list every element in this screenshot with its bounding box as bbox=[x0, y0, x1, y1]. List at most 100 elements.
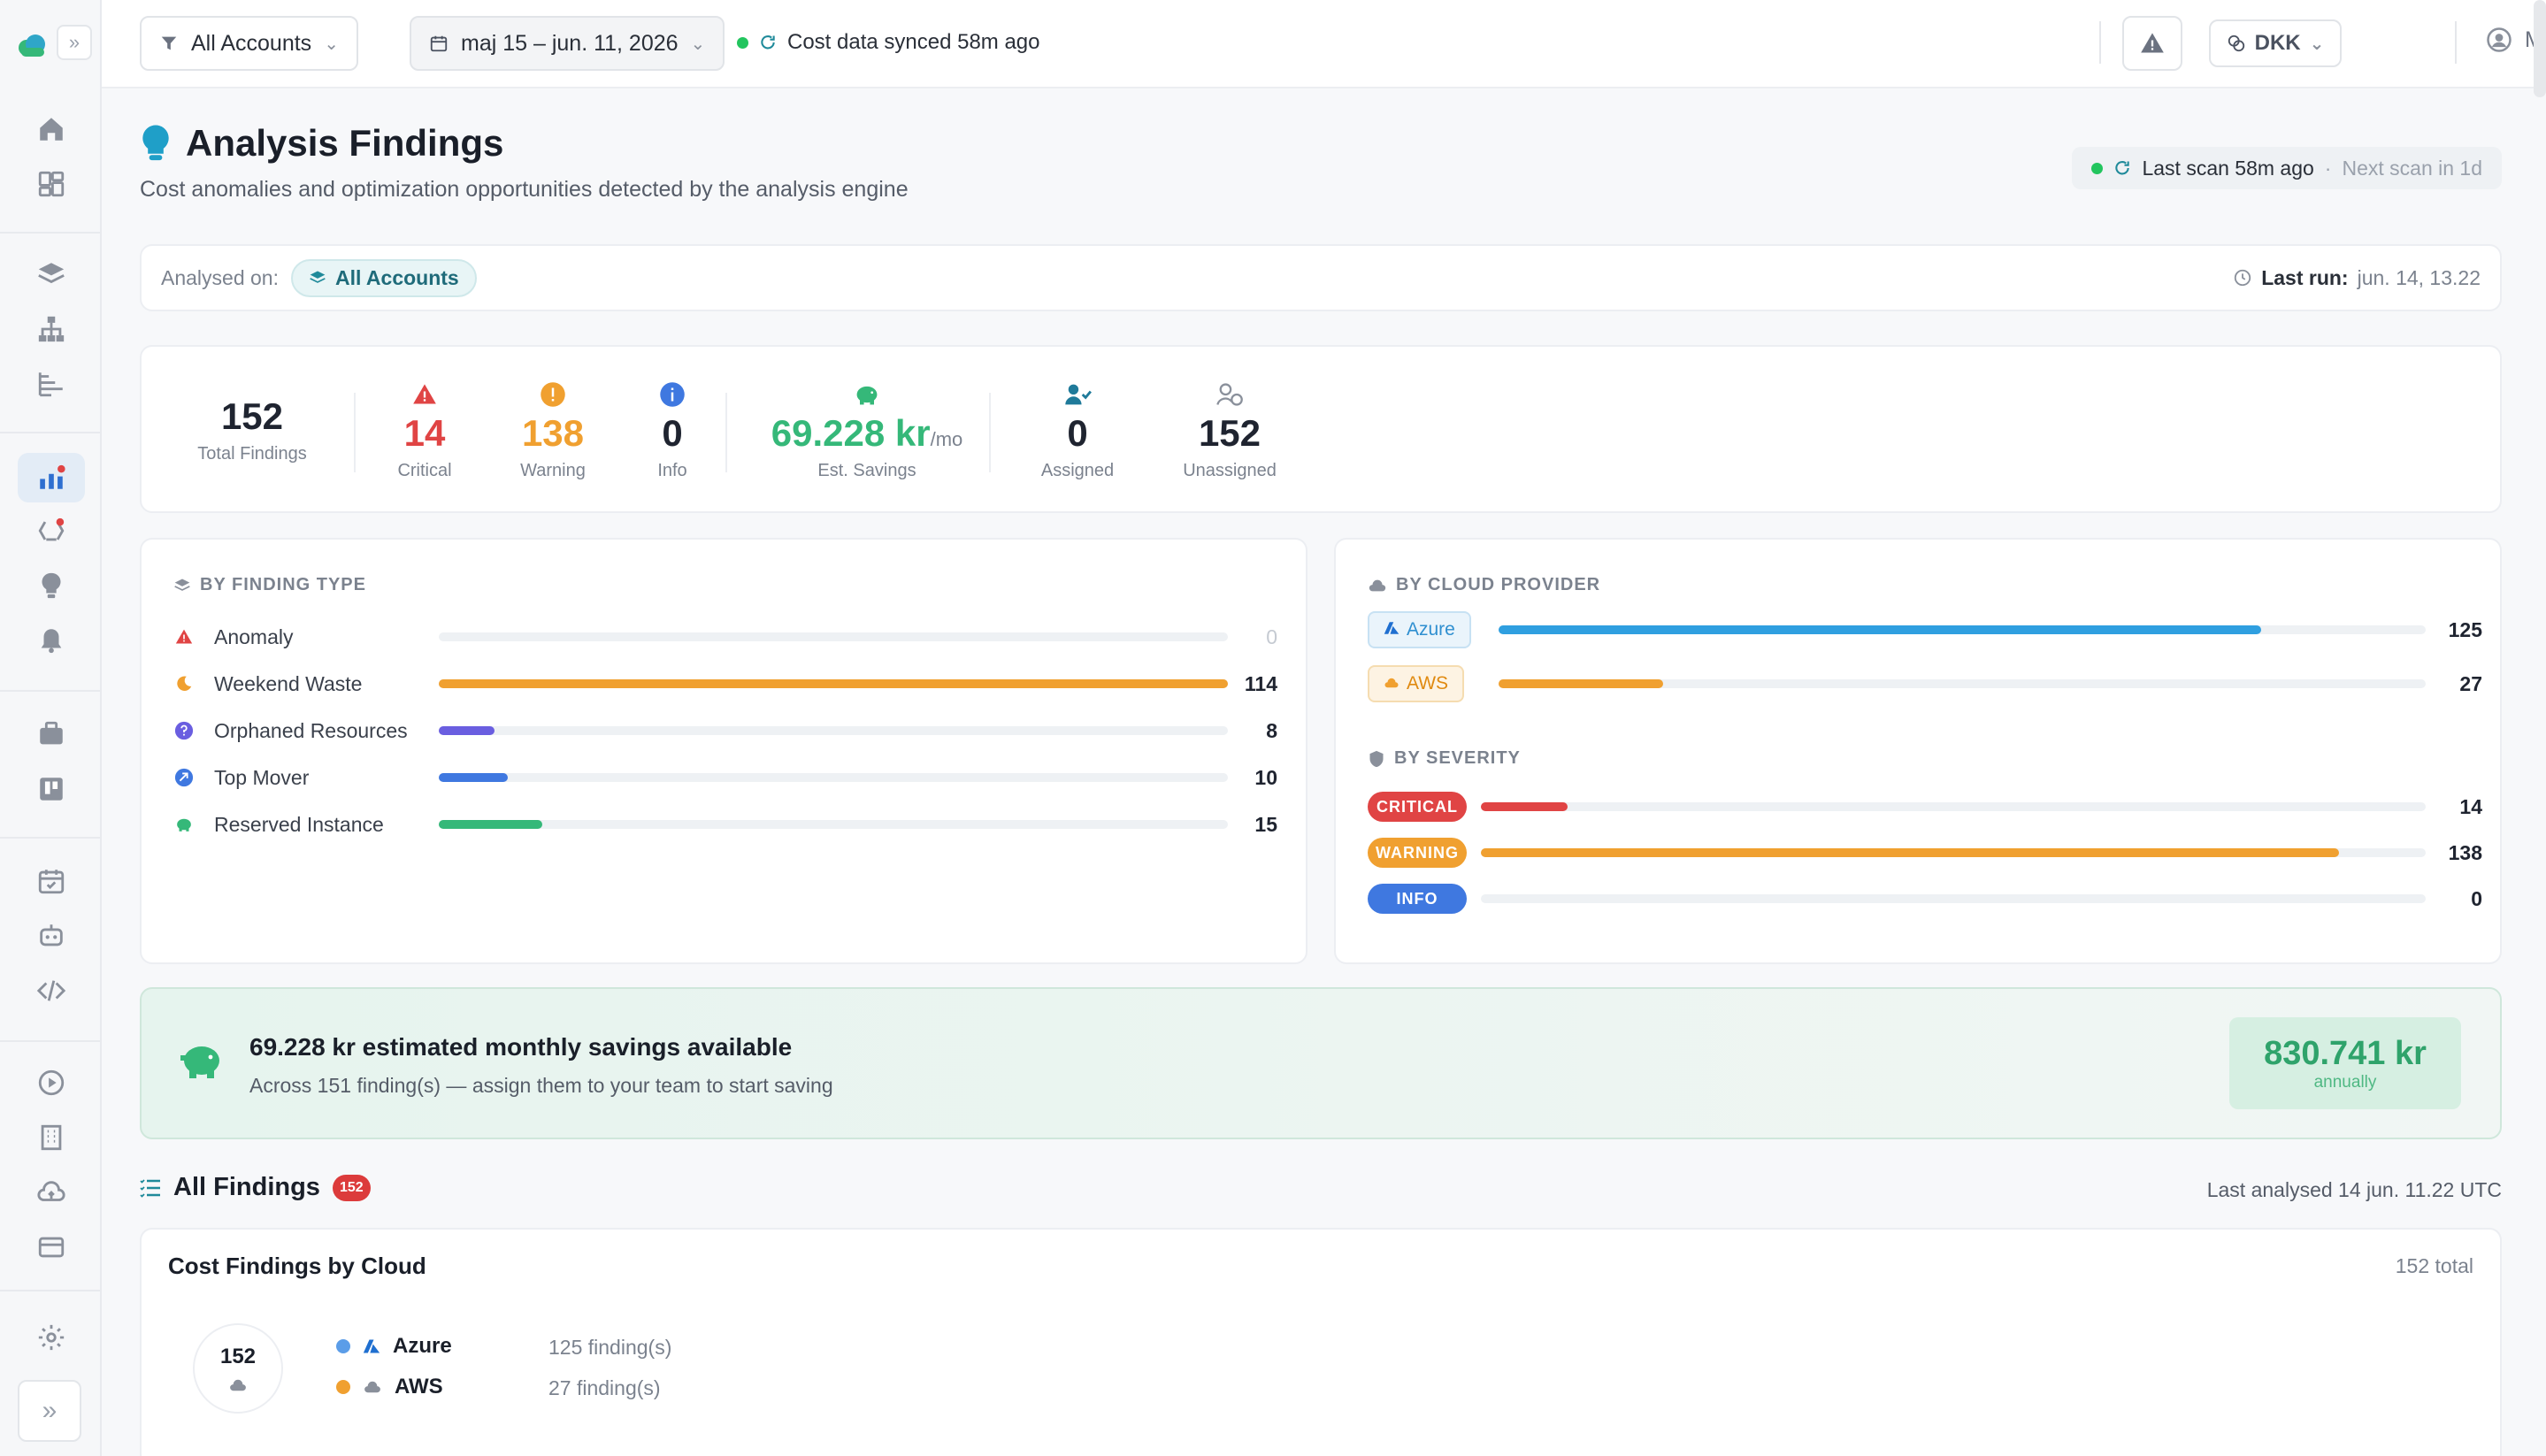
stat-assigned-value: 0 bbox=[1067, 411, 1088, 454]
currency-selector[interactable]: DKK ⌄ bbox=[2209, 19, 2342, 67]
severity-badge[interactable]: INFO bbox=[1368, 884, 1467, 914]
finding-type-bar bbox=[439, 679, 1228, 688]
bell-icon[interactable] bbox=[18, 616, 85, 665]
stat-assigned-label: Assigned bbox=[1040, 460, 1115, 480]
provider-tag-label: AWS bbox=[1407, 673, 1449, 694]
all-findings-heading: All Findings 152 bbox=[140, 1173, 371, 1202]
dashboard-icon[interactable] bbox=[18, 159, 85, 209]
severity-badge[interactable]: CRITICAL bbox=[1368, 792, 1467, 822]
chevron-down-icon: ⌄ bbox=[690, 34, 706, 54]
provider-tag[interactable]: Azure bbox=[1368, 611, 1471, 648]
finding-type-row[interactable]: Top Mover 10 bbox=[142, 760, 1306, 795]
last-scan-text: Last scan 58m ago bbox=[2142, 156, 2314, 180]
refresh-icon[interactable] bbox=[759, 34, 777, 51]
finding-type-value: 114 bbox=[1244, 671, 1277, 695]
stat-info[interactable]: 0 Info bbox=[628, 347, 717, 515]
finding-type-label: Anomaly bbox=[214, 625, 294, 648]
legend-item-azure[interactable]: Azure bbox=[336, 1334, 452, 1359]
cloud-icon bbox=[1369, 579, 1386, 591]
by-finding-type-title-text: BY FINDING TYPE bbox=[200, 575, 366, 594]
finding-type-label: Reserved Instance bbox=[214, 812, 384, 836]
alerts-button[interactable] bbox=[2122, 16, 2182, 71]
provider-track bbox=[1499, 679, 2426, 688]
provider-value: 27 bbox=[2459, 671, 2482, 695]
stat-total: 152 Total Findings bbox=[173, 347, 331, 515]
finding-type-value: 10 bbox=[1254, 765, 1277, 789]
provider-row[interactable]: Azure 125 bbox=[1336, 611, 2500, 648]
cloud-upload-icon[interactable] bbox=[18, 1168, 85, 1217]
stat-assigned[interactable]: 0 Assigned bbox=[1007, 347, 1148, 515]
credit-card-icon[interactable] bbox=[18, 1222, 85, 1272]
date-range-picker[interactable]: maj 15 – jun. 11, 2026 ⌄ bbox=[410, 16, 725, 71]
savings-banner-subtitle: Across 151 finding(s) — assign them to y… bbox=[249, 1074, 833, 1097]
provider-row[interactable]: AWS 27 bbox=[1336, 665, 2500, 702]
building-icon[interactable] bbox=[18, 1113, 85, 1162]
layers-icon[interactable] bbox=[18, 249, 85, 299]
by-finding-type-title: BY FINDING TYPE bbox=[173, 575, 366, 595]
user-question-icon bbox=[1216, 382, 1243, 406]
severity-badge[interactable]: WARNING bbox=[1368, 838, 1467, 868]
stat-savings-unit: /mo bbox=[930, 427, 963, 450]
expand-sidebar-button[interactable]: » bbox=[18, 1380, 81, 1442]
stat-critical[interactable]: 14 Critical bbox=[372, 347, 478, 515]
calendar-icon[interactable] bbox=[18, 856, 85, 906]
hierarchy-icon[interactable] bbox=[18, 304, 85, 354]
analysed-on-bar: Analysed on: All Accounts Last run: jun.… bbox=[140, 244, 2502, 311]
recycle-icon[interactable] bbox=[18, 506, 85, 556]
stat-warning-label: Warning bbox=[520, 460, 586, 480]
page-title: Analysis Findings bbox=[140, 122, 503, 165]
severity-value: 138 bbox=[2448, 840, 2482, 864]
app-logo-icon[interactable] bbox=[14, 27, 50, 62]
analysed-on-label: Analysed on: bbox=[161, 265, 279, 289]
piggy-bank-icon bbox=[856, 386, 878, 404]
cloud-donut: 152 bbox=[193, 1323, 283, 1414]
cloud-icon bbox=[230, 1379, 246, 1391]
home-icon[interactable] bbox=[18, 104, 85, 154]
user-check-icon bbox=[1065, 384, 1092, 404]
severity-row[interactable]: WARNING 138 bbox=[1336, 835, 2500, 870]
stat-info-value: 0 bbox=[662, 411, 683, 454]
severity-row[interactable]: INFO 0 bbox=[1336, 881, 2500, 916]
stat-total-value: 152 bbox=[220, 395, 284, 437]
code-icon[interactable] bbox=[18, 966, 85, 1015]
accounts-filter[interactable]: All Accounts ⌄ bbox=[140, 16, 358, 71]
by-cloud-provider-title-text: BY CLOUD PROVIDER bbox=[1396, 575, 1601, 594]
alert-triangle-icon bbox=[173, 626, 195, 648]
lightbulb-icon[interactable] bbox=[18, 561, 85, 610]
collapse-sidebar-button[interactable]: » bbox=[57, 25, 92, 60]
settings-gear-icon[interactable] bbox=[18, 1313, 85, 1362]
briefcase-icon[interactable] bbox=[18, 709, 85, 759]
chevron-down-icon: ⌄ bbox=[324, 34, 339, 54]
finding-type-row[interactable]: Anomaly 0 bbox=[142, 619, 1306, 655]
finding-type-row[interactable]: Reserved Instance 15 bbox=[142, 807, 1306, 842]
stat-unassigned[interactable]: 152 Unassigned bbox=[1150, 347, 1309, 515]
finding-type-track bbox=[439, 726, 1228, 735]
page-scrollbar[interactable] bbox=[2534, 0, 2546, 97]
finding-type-row[interactable]: Orphaned Resources 8 bbox=[142, 713, 1306, 748]
analytics-icon[interactable] bbox=[18, 453, 85, 502]
finding-type-row[interactable]: Weekend Waste 114 bbox=[142, 666, 1306, 701]
question-icon bbox=[173, 720, 195, 741]
provider-tag[interactable]: AWS bbox=[1368, 665, 1465, 702]
stat-unassigned-label: Unassigned bbox=[1183, 460, 1277, 480]
stat-savings: 69.228 kr /mo Est. Savings bbox=[743, 347, 991, 515]
finding-type-value: 15 bbox=[1254, 812, 1277, 836]
finding-type-bar bbox=[439, 726, 495, 735]
exclamation-circle-icon bbox=[541, 381, 565, 407]
play-icon[interactable] bbox=[18, 1058, 85, 1107]
stat-warning[interactable]: 138 Warning bbox=[495, 347, 610, 515]
list-tree-icon[interactable] bbox=[18, 359, 85, 409]
robot-icon[interactable] bbox=[18, 911, 85, 961]
status-dot bbox=[737, 36, 748, 49]
severity-row[interactable]: CRITICAL 14 bbox=[1336, 789, 2500, 824]
refresh-icon[interactable] bbox=[2113, 159, 2131, 177]
board-icon[interactable] bbox=[18, 764, 85, 814]
finding-type-track bbox=[439, 632, 1228, 641]
provider-track bbox=[1499, 625, 2426, 634]
account-badge[interactable]: All Accounts bbox=[290, 258, 477, 297]
stat-savings-label: Est. Savings bbox=[817, 460, 916, 480]
by-cloud-provider-title: BY CLOUD PROVIDER bbox=[1368, 575, 1600, 595]
finding-type-track bbox=[439, 773, 1228, 782]
page-title-text: Analysis Findings bbox=[186, 122, 504, 164]
legend-item-aws[interactable]: AWS bbox=[336, 1375, 443, 1399]
